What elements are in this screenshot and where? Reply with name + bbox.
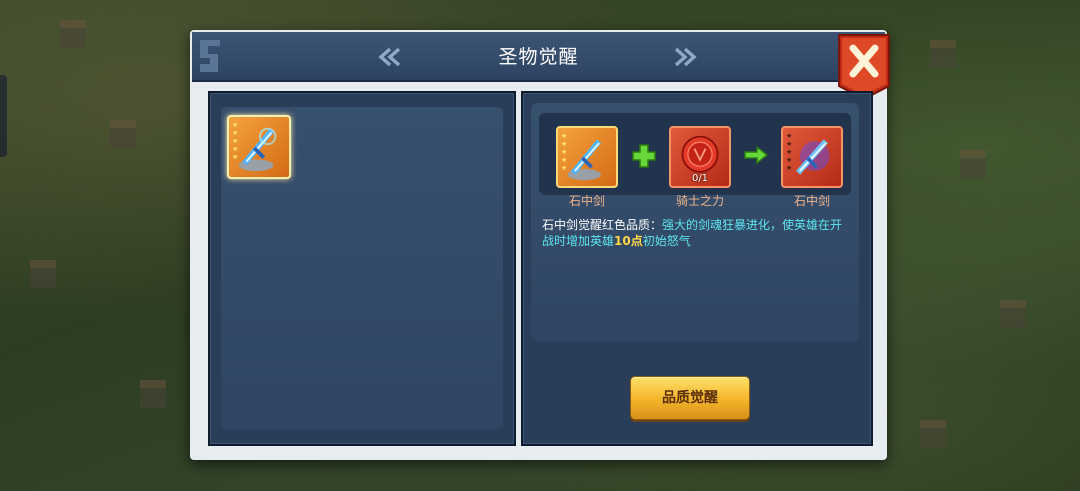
arrow-right-icon: [744, 145, 769, 165]
awaken-description: 石中剑觉醒红色品质：强大的剑魂狂暴进化，使英雄在开战时增加英雄10点初始怒气: [542, 217, 854, 249]
quality-awaken-button[interactable]: 品质觉醒: [630, 376, 750, 420]
double-chevron-right-icon[interactable]: [671, 46, 699, 68]
source-item-label: 石中剑: [568, 194, 605, 208]
description-lead: 石中剑觉醒红色品质：: [542, 218, 663, 232]
page-title: 圣物觉醒: [498, 46, 579, 68]
star-rating: ★ ★ ★ ★ ★: [232, 121, 239, 161]
plus-icon: [632, 144, 656, 168]
description-highlight: 10点: [614, 234, 643, 248]
result-item-label: 石中剑: [793, 194, 830, 208]
recipe-source-item[interactable]: ★ ★ ★ ★ ★: [556, 126, 618, 188]
material-item-label: 骑士之力: [675, 194, 724, 208]
recipe-material-item[interactable]: 0/1: [669, 126, 731, 188]
star-rating: ★ ★ ★ ★ ★: [561, 132, 568, 172]
description-tail: 初始怒气: [642, 234, 691, 248]
material-count: 0/1: [691, 173, 709, 184]
star-rating: ★ ★ ★ ★ ★: [786, 132, 793, 172]
dialog-titlebar: 圣物觉醒: [192, 32, 885, 82]
stone-sword-icon: [796, 139, 830, 175]
inventory-item-stone-sword[interactable]: ★ ★ ★ ★ ★: [227, 115, 291, 179]
stone-sword-icon: [567, 139, 602, 181]
double-chevron-left-icon[interactable]: [376, 46, 404, 68]
side-drawer-tab[interactable]: [0, 75, 7, 157]
recipe-result-item[interactable]: ★ ★ ★ ★ ★: [781, 126, 843, 188]
stone-sword-icon: [238, 127, 277, 172]
